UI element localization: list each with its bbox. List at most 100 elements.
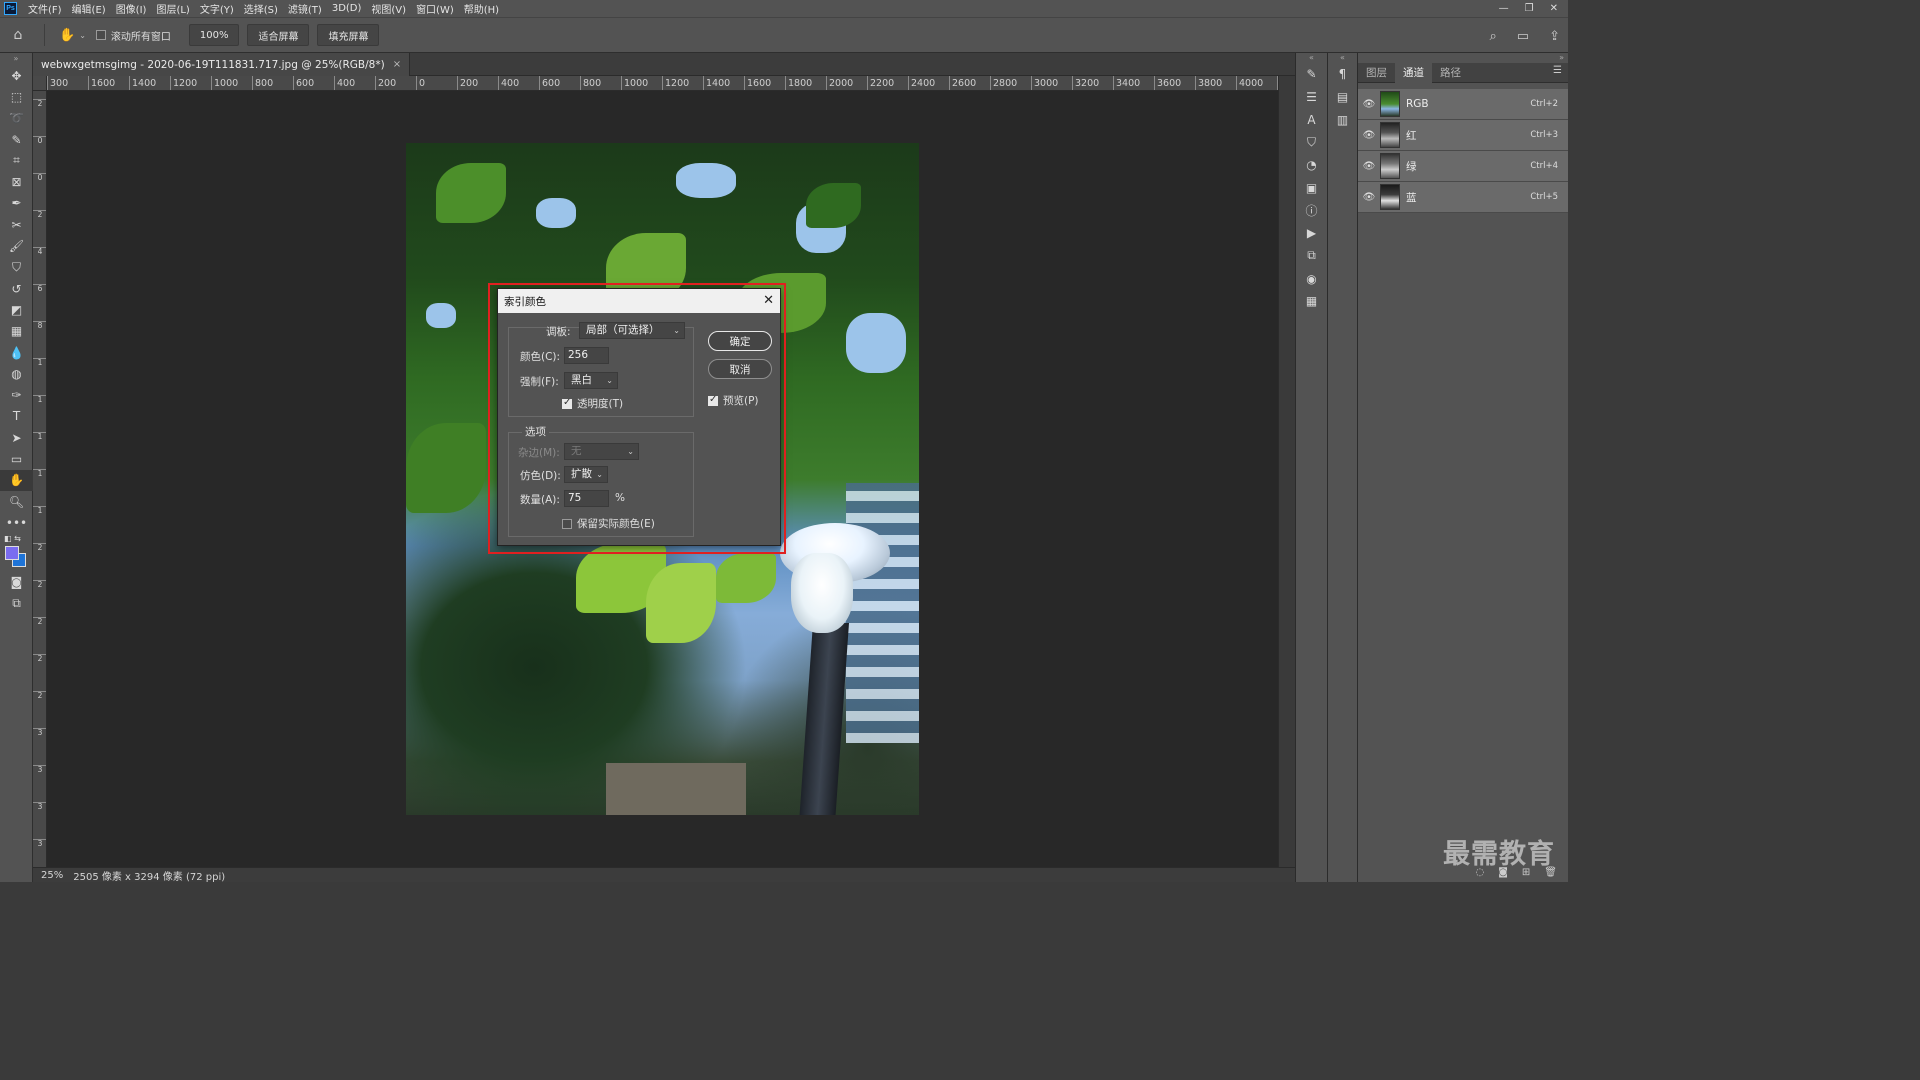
tab-channels[interactable]: 通道 xyxy=(1395,62,1432,83)
healing-brush-tool-icon[interactable]: ✂ xyxy=(0,214,33,235)
blur-tool-icon[interactable]: 💧 xyxy=(0,342,33,363)
share-icon[interactable]: ⇪ xyxy=(1549,29,1560,44)
collapse-toolbar-icon[interactable]: » xyxy=(0,53,32,65)
clone-source-icon[interactable]: ⛉ xyxy=(1296,131,1327,154)
default-colors-icon[interactable]: ◧ ⇆ xyxy=(4,534,21,543)
pen-tool-icon[interactable]: ✑ xyxy=(0,384,33,405)
ruler-tick-label: 400 xyxy=(498,76,519,90)
menu-window[interactable]: 窗口(W) xyxy=(411,1,459,16)
tab-layers[interactable]: 图层 xyxy=(1358,63,1395,83)
scroll-all-checkbox[interactable] xyxy=(95,30,106,40)
channel-row-green[interactable]: 👁︎ 绿 Ctrl+4 xyxy=(1358,151,1568,182)
eye-icon[interactable]: 👁︎ xyxy=(1358,192,1380,203)
info-icon[interactable]: ⓘ xyxy=(1296,199,1327,222)
crop-tool-icon[interactable]: ⌗ xyxy=(0,150,33,171)
marquee-tool-icon[interactable]: ⬚ xyxy=(0,86,33,107)
menu-edit[interactable]: 编辑(E) xyxy=(67,1,111,16)
status-zoom[interactable]: 25% xyxy=(41,870,63,881)
collapse-icons-icon[interactable]: « xyxy=(1328,53,1357,63)
scroll-all-label: 滚动所有窗口 xyxy=(110,31,171,43)
minimize-icon[interactable]: — xyxy=(1499,3,1509,14)
eraser-tool-icon[interactable]: ◩ xyxy=(0,299,33,320)
menu-bar: Ps 文件(F) 编辑(E) 图像(I) 图层(L) 文字(Y) 选择(S) 滤… xyxy=(0,0,1568,17)
brush-tool-icon[interactable]: 🖌 xyxy=(0,235,33,256)
eye-icon[interactable]: 👁︎ xyxy=(1358,130,1380,141)
quick-mask-icon[interactable]: ◙ xyxy=(0,572,33,593)
status-document-info[interactable]: 2505 像素 x 3294 像素 (72 ppi) xyxy=(73,868,225,883)
eyedropper-tool-icon[interactable]: ✒ xyxy=(0,193,33,214)
ruler-tick-label: 1 xyxy=(33,395,46,404)
sky-patch xyxy=(426,303,456,328)
menu-image[interactable]: 图像(I) xyxy=(111,1,152,16)
ruler-tick-label: 2 xyxy=(33,617,46,626)
tab-paths[interactable]: 路径 xyxy=(1432,63,1469,83)
scroll-all-windows-option[interactable]: 滚动所有窗口 xyxy=(95,28,171,43)
vertical-ruler[interactable]: 2 0 0 2 4 6 8 1 1 1 1 1 2 2 2 2 2 3 3 3 3 xyxy=(33,91,47,867)
document-tab[interactable]: webwxgetmsgimg - 2020-06-19T111831.717.j… xyxy=(33,53,411,76)
panel-menu-icon[interactable]: ☰ xyxy=(1553,65,1562,76)
channel-row-red[interactable]: 👁︎ 红 Ctrl+3 xyxy=(1358,120,1568,151)
menu-layer[interactable]: 图层(L) xyxy=(151,1,194,16)
foreground-color-swatch[interactable] xyxy=(5,545,19,560)
fill-screen-button[interactable]: 填充屏幕 xyxy=(317,24,380,46)
zoom-100-button[interactable]: 100% xyxy=(188,24,240,46)
type-tool-icon[interactable]: T xyxy=(0,406,33,427)
history-brush-tool-icon[interactable]: ↺ xyxy=(0,278,33,299)
quick-select-tool-icon[interactable]: ✎ xyxy=(0,129,33,150)
paragraph-icon[interactable]: ¶ xyxy=(1328,63,1357,86)
menu-view[interactable]: 视图(V) xyxy=(366,1,411,16)
channel-row-blue[interactable]: 👁︎ 蓝 Ctrl+5 xyxy=(1358,182,1568,213)
screen-mode-icon[interactable]: ⧉ xyxy=(0,593,33,614)
close-icon[interactable]: ✕ xyxy=(1550,3,1558,14)
menu-file[interactable]: 文件(F) xyxy=(23,1,67,16)
vertical-scrollbar[interactable] xyxy=(1278,76,1294,867)
horizontal-ruler[interactable]: 300 1600 1400 1200 1000 800 600 400 200 0 200 400 60… xyxy=(47,76,1278,91)
ruler-tick-label: 2 xyxy=(33,210,46,219)
lasso-tool-icon[interactable]: ➰ xyxy=(0,108,33,129)
character-icon[interactable]: A xyxy=(1296,108,1327,131)
dodge-tool-icon[interactable]: ◍ xyxy=(0,363,33,384)
search-icon[interactable]: ⌕ xyxy=(1490,29,1497,44)
clone-stamp-tool-icon[interactable]: ⛉ xyxy=(0,257,33,278)
rectangle-tool-icon[interactable]: ▭ xyxy=(0,448,33,469)
more-tools-icon[interactable]: ••• xyxy=(0,512,33,533)
notes-icon[interactable]: ▥ xyxy=(1328,108,1357,131)
menu-select[interactable]: 选择(S) xyxy=(239,1,283,16)
eye-icon[interactable]: 👁︎ xyxy=(1358,99,1380,110)
collapse-panel-icon[interactable]: » xyxy=(1358,53,1568,63)
adjustments-icon[interactable]: ☰ xyxy=(1296,86,1327,109)
move-tool-icon[interactable]: ✥ xyxy=(0,65,33,86)
options-right-group: ⌕ ▭ ⇪ xyxy=(1490,18,1560,54)
menu-type[interactable]: 文字(Y) xyxy=(195,1,239,16)
home-icon[interactable]: ⌂ xyxy=(0,27,36,43)
close-tab-icon[interactable]: × xyxy=(393,59,401,70)
zoom-tool-icon[interactable]: 🔍︎ xyxy=(0,491,33,512)
properties-icon[interactable]: ⧉ xyxy=(1296,245,1327,268)
frame-tool-icon[interactable]: ⊠ xyxy=(0,171,33,192)
channel-row-rgb[interactable]: 👁︎ RGB Ctrl+2 xyxy=(1358,89,1568,120)
gradient-tool-icon[interactable]: ▦ xyxy=(0,321,33,342)
color-palette-icon[interactable]: ◉ xyxy=(1296,267,1327,290)
workspace-icon[interactable]: ▭ xyxy=(1517,29,1529,44)
path-select-tool-icon[interactable]: ➤ xyxy=(0,427,33,448)
collapse-icons-icon[interactable]: « xyxy=(1296,53,1327,63)
menu-filter[interactable]: 滤镜(T) xyxy=(283,1,327,16)
history-icon[interactable]: ◔ xyxy=(1296,154,1327,177)
chevron-down-icon[interactable]: ⌄ xyxy=(79,31,86,40)
restore-icon[interactable]: ❐ xyxy=(1525,3,1534,14)
menu-help[interactable]: 帮助(H) xyxy=(459,1,504,16)
stamp-icon[interactable]: ▣ xyxy=(1296,176,1327,199)
menu-3d[interactable]: 3D(D) xyxy=(327,3,367,14)
photoshop-logo[interactable]: Ps xyxy=(4,2,17,15)
hand-tool-icon[interactable]: ✋ xyxy=(0,469,33,491)
libraries-icon[interactable]: ▤ xyxy=(1328,86,1357,109)
panel-icon-strip-2: « ¶ ▤ ▥ xyxy=(1327,53,1357,882)
fit-screen-button[interactable]: 适合屏幕 xyxy=(247,24,310,46)
eye-icon[interactable]: 👁︎ xyxy=(1358,161,1380,172)
ruler-tick-label: 0 xyxy=(416,76,425,90)
ruler-origin[interactable] xyxy=(33,76,47,91)
brush-settings-icon[interactable]: ✎ xyxy=(1296,63,1327,86)
table-icon[interactable]: ▦ xyxy=(1296,290,1327,313)
actions-play-icon[interactable]: ▶ xyxy=(1296,222,1327,245)
hand-tool-preset-icon[interactable]: ✋ xyxy=(59,28,75,43)
